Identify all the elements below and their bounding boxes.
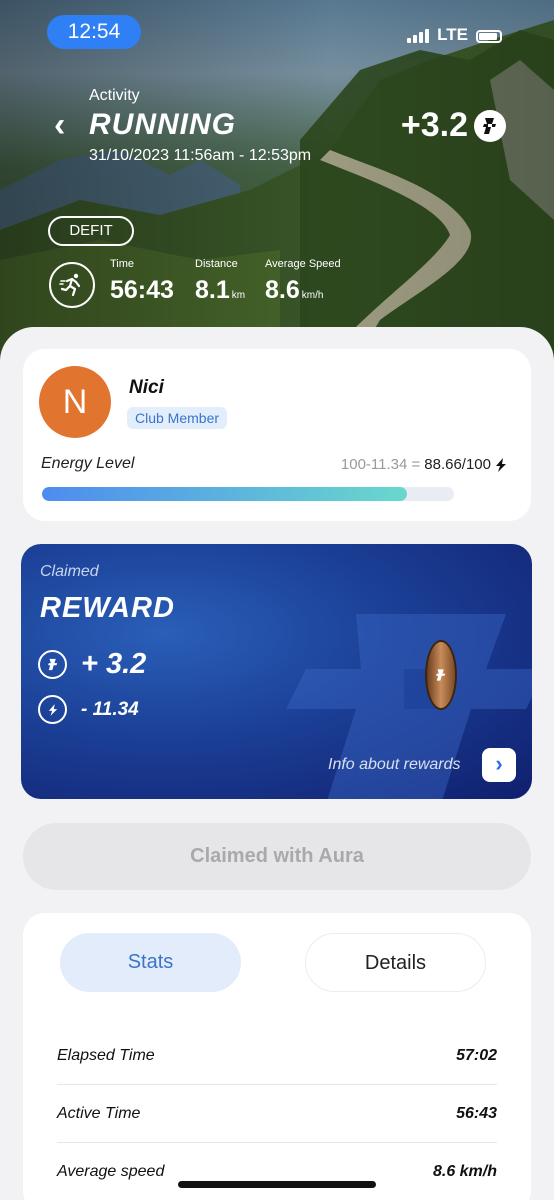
stats-value: 56:43 [456,1105,497,1122]
stats-value: 57:02 [456,1047,497,1064]
metric-value: 8.1 [195,276,230,304]
activity-datetime: 31/10/2023 11:56am - 12:53pm [89,147,312,164]
metric-distance: Distance 8.1 km [195,258,245,305]
back-button[interactable]: ‹ [54,108,78,142]
coin-icon [474,109,506,142]
lightning-icon [496,457,506,472]
energy-formula: 100-11.34 = [340,456,421,473]
home-indicator[interactable] [178,1181,376,1188]
metric-label: Time [110,258,135,270]
hero-header [0,0,554,370]
metric-unit: km [231,290,246,301]
chevron-right-icon[interactable]: › [482,748,516,782]
metric-unit: km/h [301,290,324,301]
battery-icon [476,30,502,43]
reward-title: REWARD [40,592,175,624]
coin-icon [38,650,67,679]
header-reward: +3.2 [401,106,506,145]
stats-card: Stats Details Elapsed Time 57:02 Active … [23,913,531,1200]
info-about-rewards-link[interactable]: Info about rewards [328,756,461,774]
club-member-badge: Club Member [127,407,228,429]
claimed-label: Claimed [40,563,99,580]
metric-time: Time 56:43 [110,258,174,305]
defit-badge[interactable]: DEFIT [48,216,134,246]
reward-energy-row: - 11.34 [38,695,139,724]
running-icon [49,262,95,308]
stats-label: Elapsed Time [57,1047,155,1064]
metric-average-speed: Average Speed 8.6 km/h [265,258,341,305]
network-label: LTE [437,25,468,44]
reward-coins-row: + 3.2 [38,648,146,681]
reward-energy-value: - 11.34 [81,698,139,720]
stats-label: Average speed [57,1162,165,1180]
energy-label: Energy Level [41,455,135,472]
coin-icon [425,640,457,710]
claimed-with-aura-button[interactable]: Claimed with Aura [23,823,531,890]
energy-progress-bar [42,487,454,501]
page-title: RUNNING [89,108,236,141]
reward-coins-value: + 3.2 [81,648,147,680]
status-indicators: LTE [407,26,502,43]
tab-details[interactable]: Details [305,933,486,992]
energy-calculation: 100-11.34 = 88.66/100 [341,456,507,473]
metric-value: 56:43 [110,276,174,304]
stats-value: 8.6 km/h [432,1162,497,1180]
stats-row: Active Time 56:43 [57,1086,497,1143]
energy-result: 88.66/100 [424,456,491,473]
metric-value: 8.6 [265,276,300,304]
signal-icon [407,29,430,43]
stats-label: Active Time [57,1105,141,1122]
tab-stats[interactable]: Stats [60,933,241,992]
header-reward-value: +3.2 [400,106,468,144]
reward-card: Claimed REWARD + 3.2 - 11.34 Info about … [21,544,532,799]
section-label: Activity [89,87,140,104]
status-time: 12:54 [47,15,141,49]
energy-progress-fill [42,487,408,501]
lightning-icon [38,695,67,724]
profile-name: Nici [129,377,164,398]
avatar[interactable]: N [39,366,111,438]
stats-row: Average speed 8.6 km/h [57,1143,497,1200]
profile-card: N Nici Club Member Energy Level 100-11.3… [23,349,531,521]
metric-label: Average Speed [265,258,341,270]
stats-row: Elapsed Time 57:02 [57,1028,497,1085]
metric-label: Distance [195,258,238,270]
